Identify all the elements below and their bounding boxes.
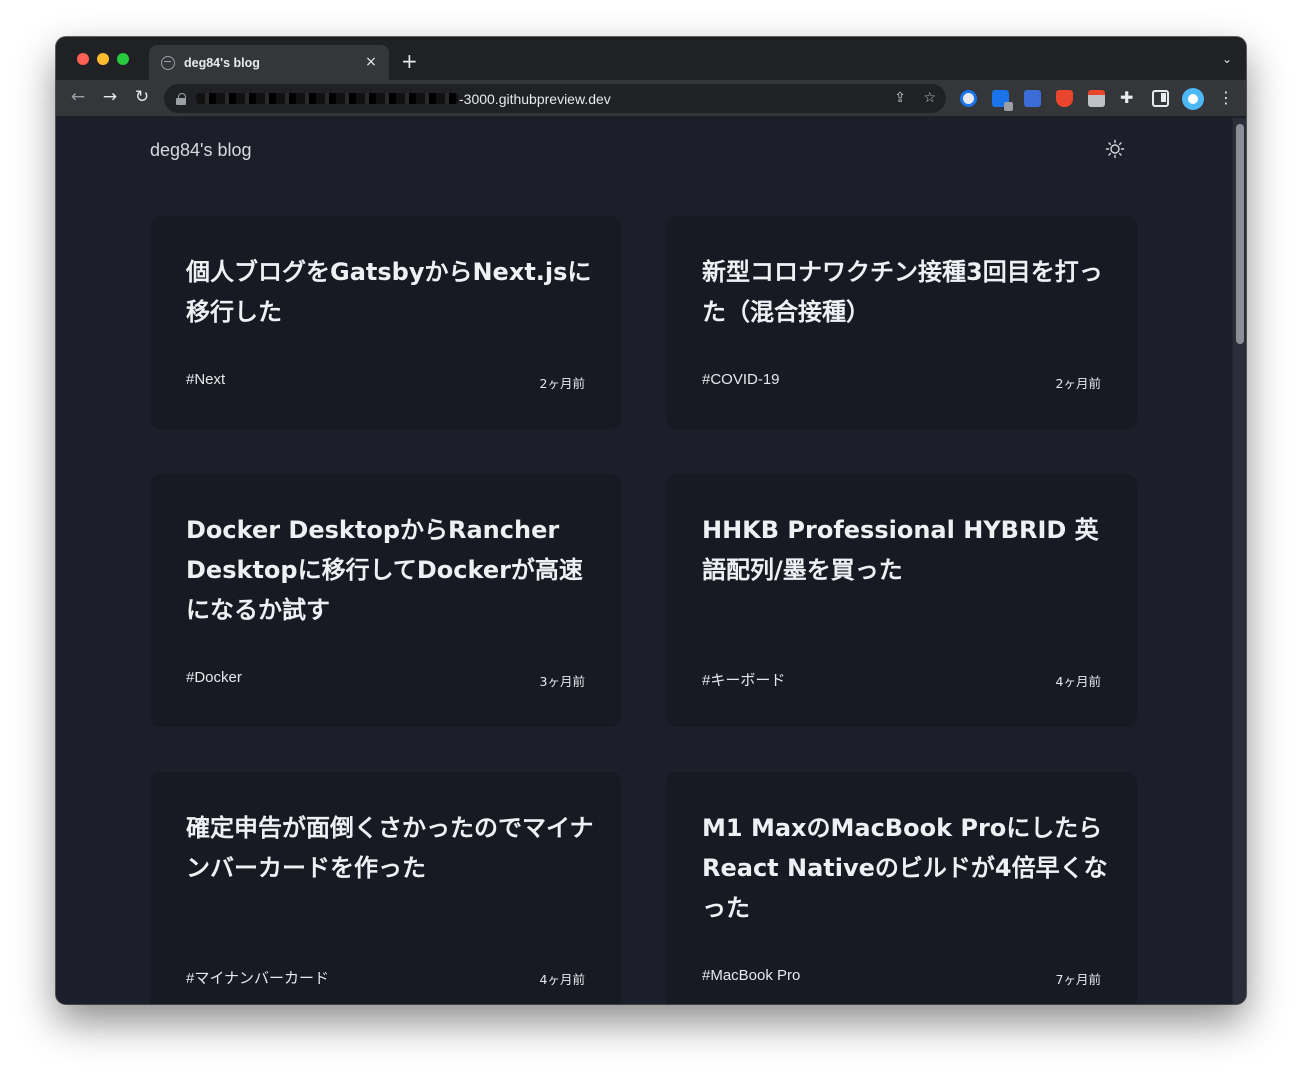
post-title[interactable]: 確定申告が面倒くさかったのでマイナンバーカードを作った <box>186 808 596 888</box>
globe-icon <box>161 55 175 70</box>
post-title[interactable]: 新型コロナワクチン接種3回目を打った（混合接種） <box>702 252 1112 332</box>
page-scrollbar[interactable] <box>1232 118 1246 1004</box>
post-date: 4ヶ月前 <box>1055 674 1101 689</box>
close-window-button[interactable] <box>77 53 89 65</box>
post-card[interactable]: 個人ブログをGatsbyからNext.jsに移行した #Next 2ヶ月前 <box>150 216 621 429</box>
post-card[interactable]: 新型コロナワクチン接種3回目を打った（混合接種） #COVID-19 2ヶ月前 <box>666 216 1137 429</box>
post-tag[interactable]: #Next <box>186 371 225 388</box>
bookmark-star-icon[interactable]: ☆ <box>923 90 936 106</box>
extension-icon-5[interactable] <box>1088 90 1105 107</box>
post-date: 3ヶ月前 <box>539 674 585 689</box>
post-card[interactable]: M1 MaxのMacBook ProにしたらReact Nativeのビルドが4… <box>666 772 1137 1004</box>
url-redacted-portion <box>196 93 458 104</box>
post-date: 7ヶ月前 <box>1055 972 1101 987</box>
post-tag[interactable]: #MacBook Pro <box>702 967 800 984</box>
url-text[interactable]: -3000.githubpreview.dev <box>459 91 611 107</box>
post-title[interactable]: Docker DesktopからRancher Desktopに移行してDock… <box>186 510 596 630</box>
post-card[interactable]: HHKB Professional HYBRID 英語配列/墨を買った #キーボ… <box>666 474 1137 727</box>
maximize-window-button[interactable] <box>117 53 129 65</box>
post-date: 2ヶ月前 <box>539 376 585 391</box>
post-tag[interactable]: #COVID-19 <box>702 371 780 388</box>
browser-menu-icon[interactable]: ⋮ <box>1218 88 1234 108</box>
new-tab-button[interactable]: + <box>401 51 418 71</box>
lock-icon[interactable] <box>176 92 186 105</box>
post-title[interactable]: M1 MaxのMacBook ProにしたらReact Nativeのビルドが4… <box>702 808 1112 928</box>
reload-button[interactable]: ↻ <box>131 87 153 107</box>
extensions-puzzle-icon[interactable]: ✚ <box>1120 88 1137 107</box>
site-title[interactable]: deg84's blog <box>150 140 252 161</box>
post-tag[interactable]: #キーボード <box>702 669 785 690</box>
post-date: 4ヶ月前 <box>539 972 585 987</box>
back-button[interactable]: ← <box>67 87 89 107</box>
profile-avatar[interactable] <box>1182 88 1204 110</box>
tab-strip: deg84's blog × + ⌄ <box>56 37 1246 80</box>
extension-icon-3[interactable] <box>1024 90 1041 107</box>
close-tab-icon[interactable]: × <box>363 54 379 70</box>
scrollbar-thumb[interactable] <box>1236 124 1244 344</box>
post-card[interactable]: Docker DesktopからRancher Desktopに移行してDock… <box>150 474 621 727</box>
extension-icon-4[interactable] <box>1056 90 1073 107</box>
share-icon[interactable]: ⇪ <box>894 90 906 106</box>
side-panel-icon[interactable] <box>1152 90 1169 107</box>
post-title[interactable]: HHKB Professional HYBRID 英語配列/墨を買った <box>702 510 1112 590</box>
sun-icon[interactable] <box>1105 139 1125 159</box>
tab-title: deg84's blog <box>184 55 260 70</box>
post-tag[interactable]: #マイナンバーカード <box>186 967 329 988</box>
browser-toolbar: ← → ↻ -3000.githubpreview.dev ⇪ ☆ ✚ ⋮ <box>56 80 1246 117</box>
extension-icon-2[interactable] <box>992 90 1013 111</box>
extension-icon-1[interactable] <box>960 90 977 107</box>
post-tag[interactable]: #Docker <box>186 669 242 686</box>
forward-button[interactable]: → <box>99 87 121 107</box>
post-date: 2ヶ月前 <box>1055 376 1101 391</box>
address-bar[interactable]: -3000.githubpreview.dev ⇪ ☆ <box>164 84 946 113</box>
post-title[interactable]: 個人ブログをGatsbyからNext.jsに移行した <box>186 252 596 332</box>
post-card[interactable]: 確定申告が面倒くさかったのでマイナンバーカードを作った #マイナンバーカード 4… <box>150 772 621 1004</box>
browser-window: deg84's blog × + ⌄ ← → ↻ -3000.githubpre… <box>56 37 1246 1004</box>
page-viewport: deg84's blog 個人ブログをGatsbyからNext.jsに移行した … <box>56 118 1232 1004</box>
tab-search-chevron-icon[interactable]: ⌄ <box>1222 52 1232 66</box>
active-tab[interactable]: deg84's blog × <box>149 45 389 80</box>
minimize-window-button[interactable] <box>97 53 109 65</box>
